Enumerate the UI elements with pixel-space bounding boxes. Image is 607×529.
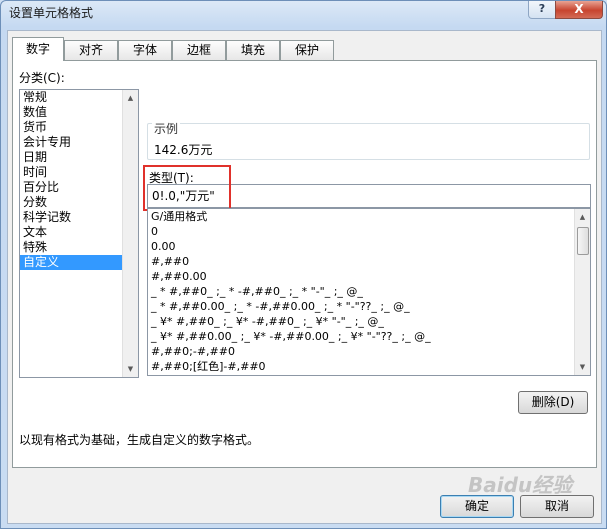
tab-border[interactable]: 边框 xyxy=(172,40,226,60)
category-item-accounting[interactable]: 会计专用 xyxy=(20,135,138,150)
scroll-down-arrow-icon[interactable]: ▼ xyxy=(124,362,137,376)
sample-group: 示例 142.6万元 xyxy=(147,120,590,160)
format-item[interactable]: #,##0.00 xyxy=(148,269,590,284)
format-item[interactable]: _ ¥* #,##0.00_ ;_ ¥* -#,##0.00_ ;_ ¥* "-… xyxy=(148,329,590,344)
format-item[interactable]: G/通用格式 xyxy=(148,209,590,224)
category-item-number[interactable]: 数值 xyxy=(20,105,138,120)
description-text: 以现有格式为基础，生成自定义的数字格式。 xyxy=(19,433,260,447)
close-button[interactable]: X xyxy=(555,1,603,19)
cancel-button[interactable]: 取消 xyxy=(520,495,594,518)
scroll-thumb[interactable] xyxy=(577,227,589,255)
format-item[interactable]: _ * #,##0.00_ ;_ * -#,##0.00_ ;_ * "-"??… xyxy=(148,299,590,314)
dialog-title: 设置单元格格式 xyxy=(9,6,94,20)
tab-protection[interactable]: 保护 xyxy=(280,40,334,60)
format-item[interactable]: 0 xyxy=(148,224,590,239)
annotation-highlight-box xyxy=(143,165,231,211)
category-item-date[interactable]: 日期 xyxy=(20,150,138,165)
tab-number[interactable]: 数字 xyxy=(12,37,64,61)
category-item-currency[interactable]: 货币 xyxy=(20,120,138,135)
baidu-watermark: Baidu经验 xyxy=(468,473,573,497)
tab-alignment[interactable]: 对齐 xyxy=(64,40,118,60)
scroll-down-arrow-icon[interactable]: ▼ xyxy=(576,360,589,374)
dialog-body: 数字 对齐 字体 边框 填充 保护 分类(C): 常规 数值 货币 会计专用 日… xyxy=(7,30,602,524)
category-item-special[interactable]: 特殊 xyxy=(20,240,138,255)
sample-label: 示例 xyxy=(152,120,181,137)
category-item-percentage[interactable]: 百分比 xyxy=(20,180,138,195)
delete-button[interactable]: 删除(D) xyxy=(518,391,588,414)
category-label: 分类(C): xyxy=(19,71,65,85)
scroll-up-arrow-icon[interactable]: ▲ xyxy=(576,210,589,224)
title-bar[interactable]: 设置单元格格式 ? X xyxy=(1,1,606,23)
format-code-list[interactable]: G/通用格式 0 0.00 #,##0 #,##0.00 _ * #,##0_ … xyxy=(147,208,591,376)
format-item[interactable]: #,##0;[红色]-#,##0 xyxy=(148,359,590,374)
sample-value: 142.6万元 xyxy=(154,143,213,157)
help-button[interactable]: ? xyxy=(528,1,556,19)
format-list-scrollbar[interactable]: ▲ ▼ xyxy=(574,209,590,375)
tab-font[interactable]: 字体 xyxy=(118,40,172,60)
format-item[interactable]: #,##0;-#,##0 xyxy=(148,344,590,359)
category-item-text[interactable]: 文本 xyxy=(20,225,138,240)
category-item-fraction[interactable]: 分数 xyxy=(20,195,138,210)
category-list[interactable]: 常规 数值 货币 会计专用 日期 时间 百分比 分数 科学记数 文本 特殊 自定… xyxy=(19,89,139,378)
category-item-scientific[interactable]: 科学记数 xyxy=(20,210,138,225)
format-item[interactable]: 0.00 xyxy=(148,239,590,254)
scroll-up-arrow-icon[interactable]: ▲ xyxy=(124,91,137,105)
category-item-custom[interactable]: 自定义 xyxy=(20,255,138,270)
format-cells-dialog: 设置单元格格式 ? X 数字 对齐 字体 边框 填充 保护 分类(C): 常规 … xyxy=(0,0,607,529)
category-item-time[interactable]: 时间 xyxy=(20,165,138,180)
category-scrollbar[interactable]: ▲ ▼ xyxy=(122,90,138,377)
format-item[interactable]: _ ¥* #,##0_ ;_ ¥* -#,##0_ ;_ ¥* "-"_ ;_ … xyxy=(148,314,590,329)
ok-button[interactable]: 确定 xyxy=(440,495,514,518)
tab-fill[interactable]: 填充 xyxy=(226,40,280,60)
category-item-general[interactable]: 常规 xyxy=(20,90,138,105)
format-item[interactable]: _ * #,##0_ ;_ * -#,##0_ ;_ * "-"_ ;_ @_ xyxy=(148,284,590,299)
number-tab-panel: 分类(C): 常规 数值 货币 会计专用 日期 时间 百分比 分数 科学记数 文… xyxy=(12,60,597,468)
format-item[interactable]: #,##0 xyxy=(148,254,590,269)
